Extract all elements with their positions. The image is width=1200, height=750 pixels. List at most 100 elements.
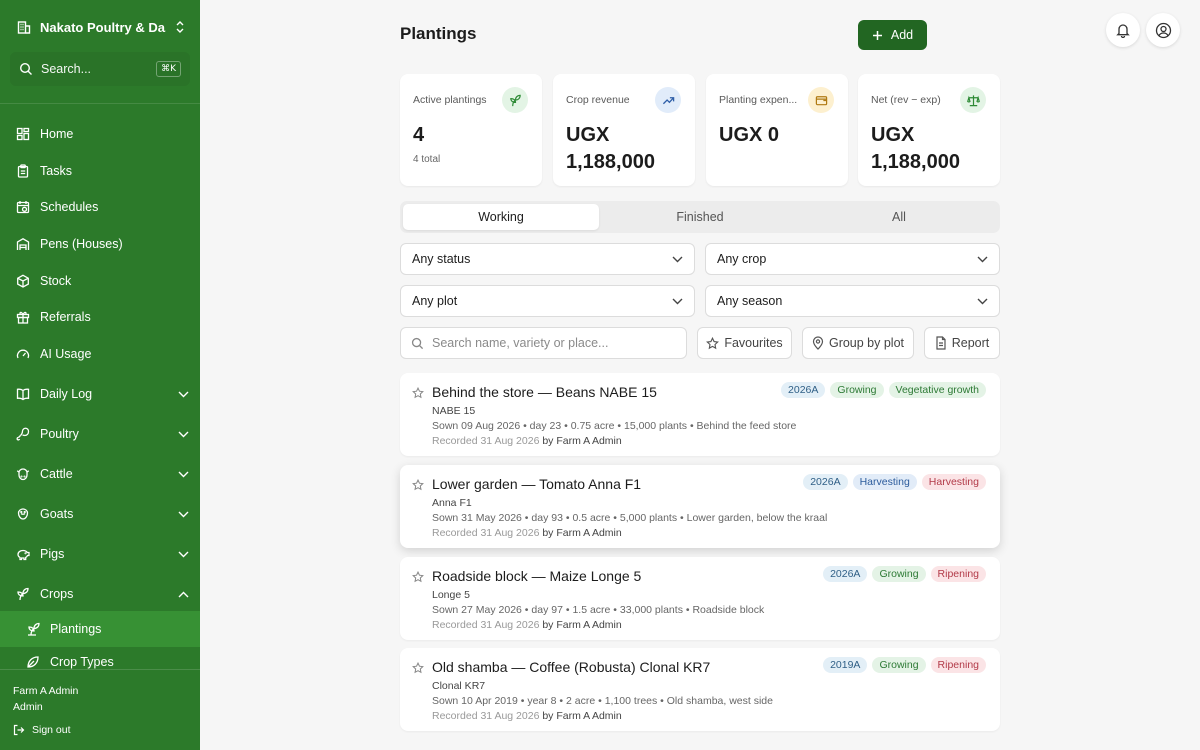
star-icon [706, 336, 720, 350]
chevron-down-icon [166, 431, 200, 438]
sidebar-item-plantings[interactable]: Plantings [0, 611, 200, 647]
sidebar-footer: Farm A Admin Admin Sign out [0, 669, 200, 750]
sidebar-item-poultry[interactable]: Poultry [0, 416, 200, 452]
season-filter[interactable]: Any season [705, 285, 1000, 317]
tab-all[interactable]: All [801, 204, 997, 230]
planting-recorded: Recorded 31 Aug 2026 by Farm A Admin [432, 619, 622, 631]
sidebar-item-label: AI Usage [40, 347, 92, 361]
planting-meta: Sown 31 May 2026 • day 93 • 0.5 acre • 5… [432, 512, 828, 524]
search-placeholder: Search name, variety or place... [432, 336, 609, 350]
calendar-clock-icon [16, 200, 30, 214]
clipboard-icon [16, 164, 30, 178]
sidebar-search[interactable]: Search... ⌘K [10, 52, 190, 86]
log-out-icon [13, 724, 25, 736]
planting-card[interactable]: Roadside block — Maize Longe 5 Longe 5 S… [400, 557, 1000, 640]
account-button[interactable] [1146, 13, 1180, 47]
season-badge: 2026A [803, 474, 848, 490]
planting-recorded: Recorded 31 Aug 2026 by Farm A Admin [432, 710, 622, 722]
status-badge: Growing [872, 657, 926, 673]
planting-card[interactable]: Behind the store — Beans NABE 15 NABE 15… [400, 373, 1000, 456]
sidebar-item-pigs[interactable]: Pigs [0, 536, 200, 572]
page-title: Plantings [400, 24, 477, 43]
stat-label: Crop revenue [566, 94, 630, 106]
notifications-button[interactable] [1106, 13, 1140, 47]
gift-icon [16, 310, 30, 324]
status-filter[interactable]: Any status [400, 243, 695, 275]
plot-filter[interactable]: Any plot [400, 285, 695, 317]
crop-filter-value: Any crop [717, 252, 767, 266]
planting-title: Behind the store — Beans NABE 15 [432, 384, 657, 400]
sidebar-item-stock[interactable]: Stock [0, 263, 200, 299]
stat-card-net: Net (rev − exp) UGX 1,188,000 [858, 74, 1000, 186]
sidebar-divider [0, 103, 200, 104]
recorded-date: Recorded 31 Aug 2026 [432, 710, 540, 722]
group-by-plot-button[interactable]: Group by plot [802, 327, 914, 359]
add-planting-button[interactable]: Add [858, 20, 927, 50]
status-tabs: Working Finished All [400, 201, 1000, 233]
dashboard-icon [16, 127, 30, 141]
favourites-button[interactable]: Favourites [697, 327, 792, 359]
sidebar-item-daily-log[interactable]: Daily Log [0, 376, 200, 412]
sidebar-item-cattle[interactable]: Cattle [0, 456, 200, 492]
planting-title: Old shamba — Coffee (Robusta) Clonal KR7 [432, 659, 711, 675]
sidebar-item-label: Stock [40, 274, 72, 288]
chevron-down-icon [166, 511, 200, 518]
recorded-date: Recorded 31 Aug 2026 [432, 619, 540, 631]
recorded-by: by Farm A Admin [542, 527, 622, 539]
report-button[interactable]: Report [924, 327, 1000, 359]
sidebar-item-ai-usage[interactable]: AI Usage [0, 336, 200, 372]
chevron-down-icon [977, 298, 988, 305]
report-label: Report [951, 336, 990, 350]
tab-finished[interactable]: Finished [602, 204, 798, 230]
planting-recorded: Recorded 31 Aug 2026 by Farm A Admin [432, 435, 622, 447]
chevron-down-icon [166, 551, 200, 558]
sidebar-item-crops[interactable]: Crops [0, 576, 200, 612]
map-pin-icon [812, 336, 824, 350]
favourite-star-icon[interactable] [412, 478, 424, 496]
sidebar-item-tasks[interactable]: Tasks [0, 153, 200, 189]
sidebar-item-goats[interactable]: Goats [0, 496, 200, 532]
cattle-icon [16, 467, 30, 481]
favourite-star-icon[interactable] [412, 570, 424, 588]
recorded-by: by Farm A Admin [542, 435, 622, 447]
sidebar-item-schedules[interactable]: Schedules [0, 189, 200, 225]
stat-value: 4 [413, 124, 425, 146]
planting-card[interactable]: Old shamba — Coffee (Robusta) Clonal KR7… [400, 648, 1000, 731]
favourite-star-icon[interactable] [412, 661, 424, 679]
sidebar-item-label: Poultry [40, 427, 79, 441]
farm-switcher[interactable]: Nakato Poultry & Da... [16, 16, 186, 38]
chevron-down-icon [166, 391, 200, 398]
favourite-star-icon[interactable] [412, 386, 424, 404]
planting-title: Lower garden — Tomato Anna F1 [432, 476, 642, 492]
recorded-date: Recorded 31 Aug 2026 [432, 527, 540, 539]
sidebar-item-home[interactable]: Home [0, 116, 200, 152]
stage-badge: Ripening [930, 657, 986, 673]
sidebar-item-referrals[interactable]: Referrals [0, 299, 200, 335]
planting-meta: Sown 27 May 2026 • day 97 • 1.5 acre • 3… [432, 604, 765, 616]
planting-card[interactable]: Lower garden — Tomato Anna F1 Anna F1 So… [400, 465, 1000, 548]
sprout-icon [26, 622, 40, 636]
crop-filter[interactable]: Any crop [705, 243, 1000, 275]
planting-meta: Sown 10 Apr 2019 • year 8 • 2 acre • 1,1… [432, 695, 773, 707]
planting-title: Roadside block — Maize Longe 5 [432, 568, 642, 584]
gauge-icon [16, 347, 30, 361]
sidebar-item-label: Tasks [40, 164, 72, 178]
stat-card-planting-expenses: Planting expen... UGX 0 [706, 74, 848, 186]
sidebar-item-label: Pens (Houses) [40, 237, 123, 251]
tab-working[interactable]: Working [403, 204, 599, 230]
book-icon [16, 387, 30, 401]
planting-variety: Longe 5 [432, 589, 470, 601]
sidebar: Nakato Poultry & Da... Search... ⌘K Home… [0, 0, 200, 750]
plantings-search-input[interactable]: Search name, variety or place... [400, 327, 687, 359]
user-circle-icon [1155, 22, 1172, 39]
status-badge: Growing [830, 382, 884, 398]
plus-icon [872, 30, 883, 41]
sign-out-button[interactable]: Sign out [13, 724, 71, 736]
goat-icon [16, 507, 30, 521]
chevron-down-icon [166, 471, 200, 478]
user-name: Farm A Admin [13, 685, 79, 697]
sidebar-item-pens[interactable]: Pens (Houses) [0, 226, 200, 262]
favourites-label: Favourites [724, 336, 783, 350]
leaf-icon [26, 655, 40, 669]
planting-variety: Clonal KR7 [432, 680, 486, 692]
